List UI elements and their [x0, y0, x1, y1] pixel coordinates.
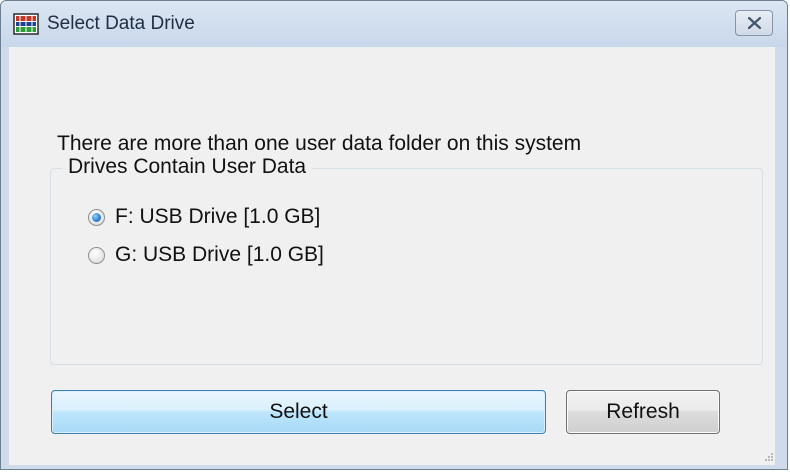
drive-option-label[interactable]: F: USB Drive [1.0 GB]: [115, 205, 320, 229]
resize-grip-icon[interactable]: [764, 452, 774, 462]
groupbox-label: Drives Contain User Data: [62, 155, 313, 179]
drive-option-f[interactable]: F: USB Drive [1.0 GB]: [88, 204, 320, 230]
refresh-button[interactable]: Refresh: [566, 390, 720, 434]
window-title: Select Data Drive: [47, 13, 195, 34]
radio-button-selected[interactable]: [88, 208, 105, 226]
drive-option-label[interactable]: G: USB Drive [1.0 GB]: [115, 243, 324, 267]
close-icon: [748, 17, 761, 29]
radio-button-unselected[interactable]: [88, 246, 105, 264]
select-button[interactable]: Select: [51, 390, 546, 434]
close-button[interactable]: [735, 10, 773, 36]
window-frame-right: [775, 47, 787, 469]
drive-option-g[interactable]: G: USB Drive [1.0 GB]: [88, 242, 324, 268]
info-message: There are more than one user data folder…: [57, 132, 582, 155]
title-bar[interactable]: Select Data Drive: [1, 1, 787, 47]
drive-data-icon: [13, 12, 39, 36]
